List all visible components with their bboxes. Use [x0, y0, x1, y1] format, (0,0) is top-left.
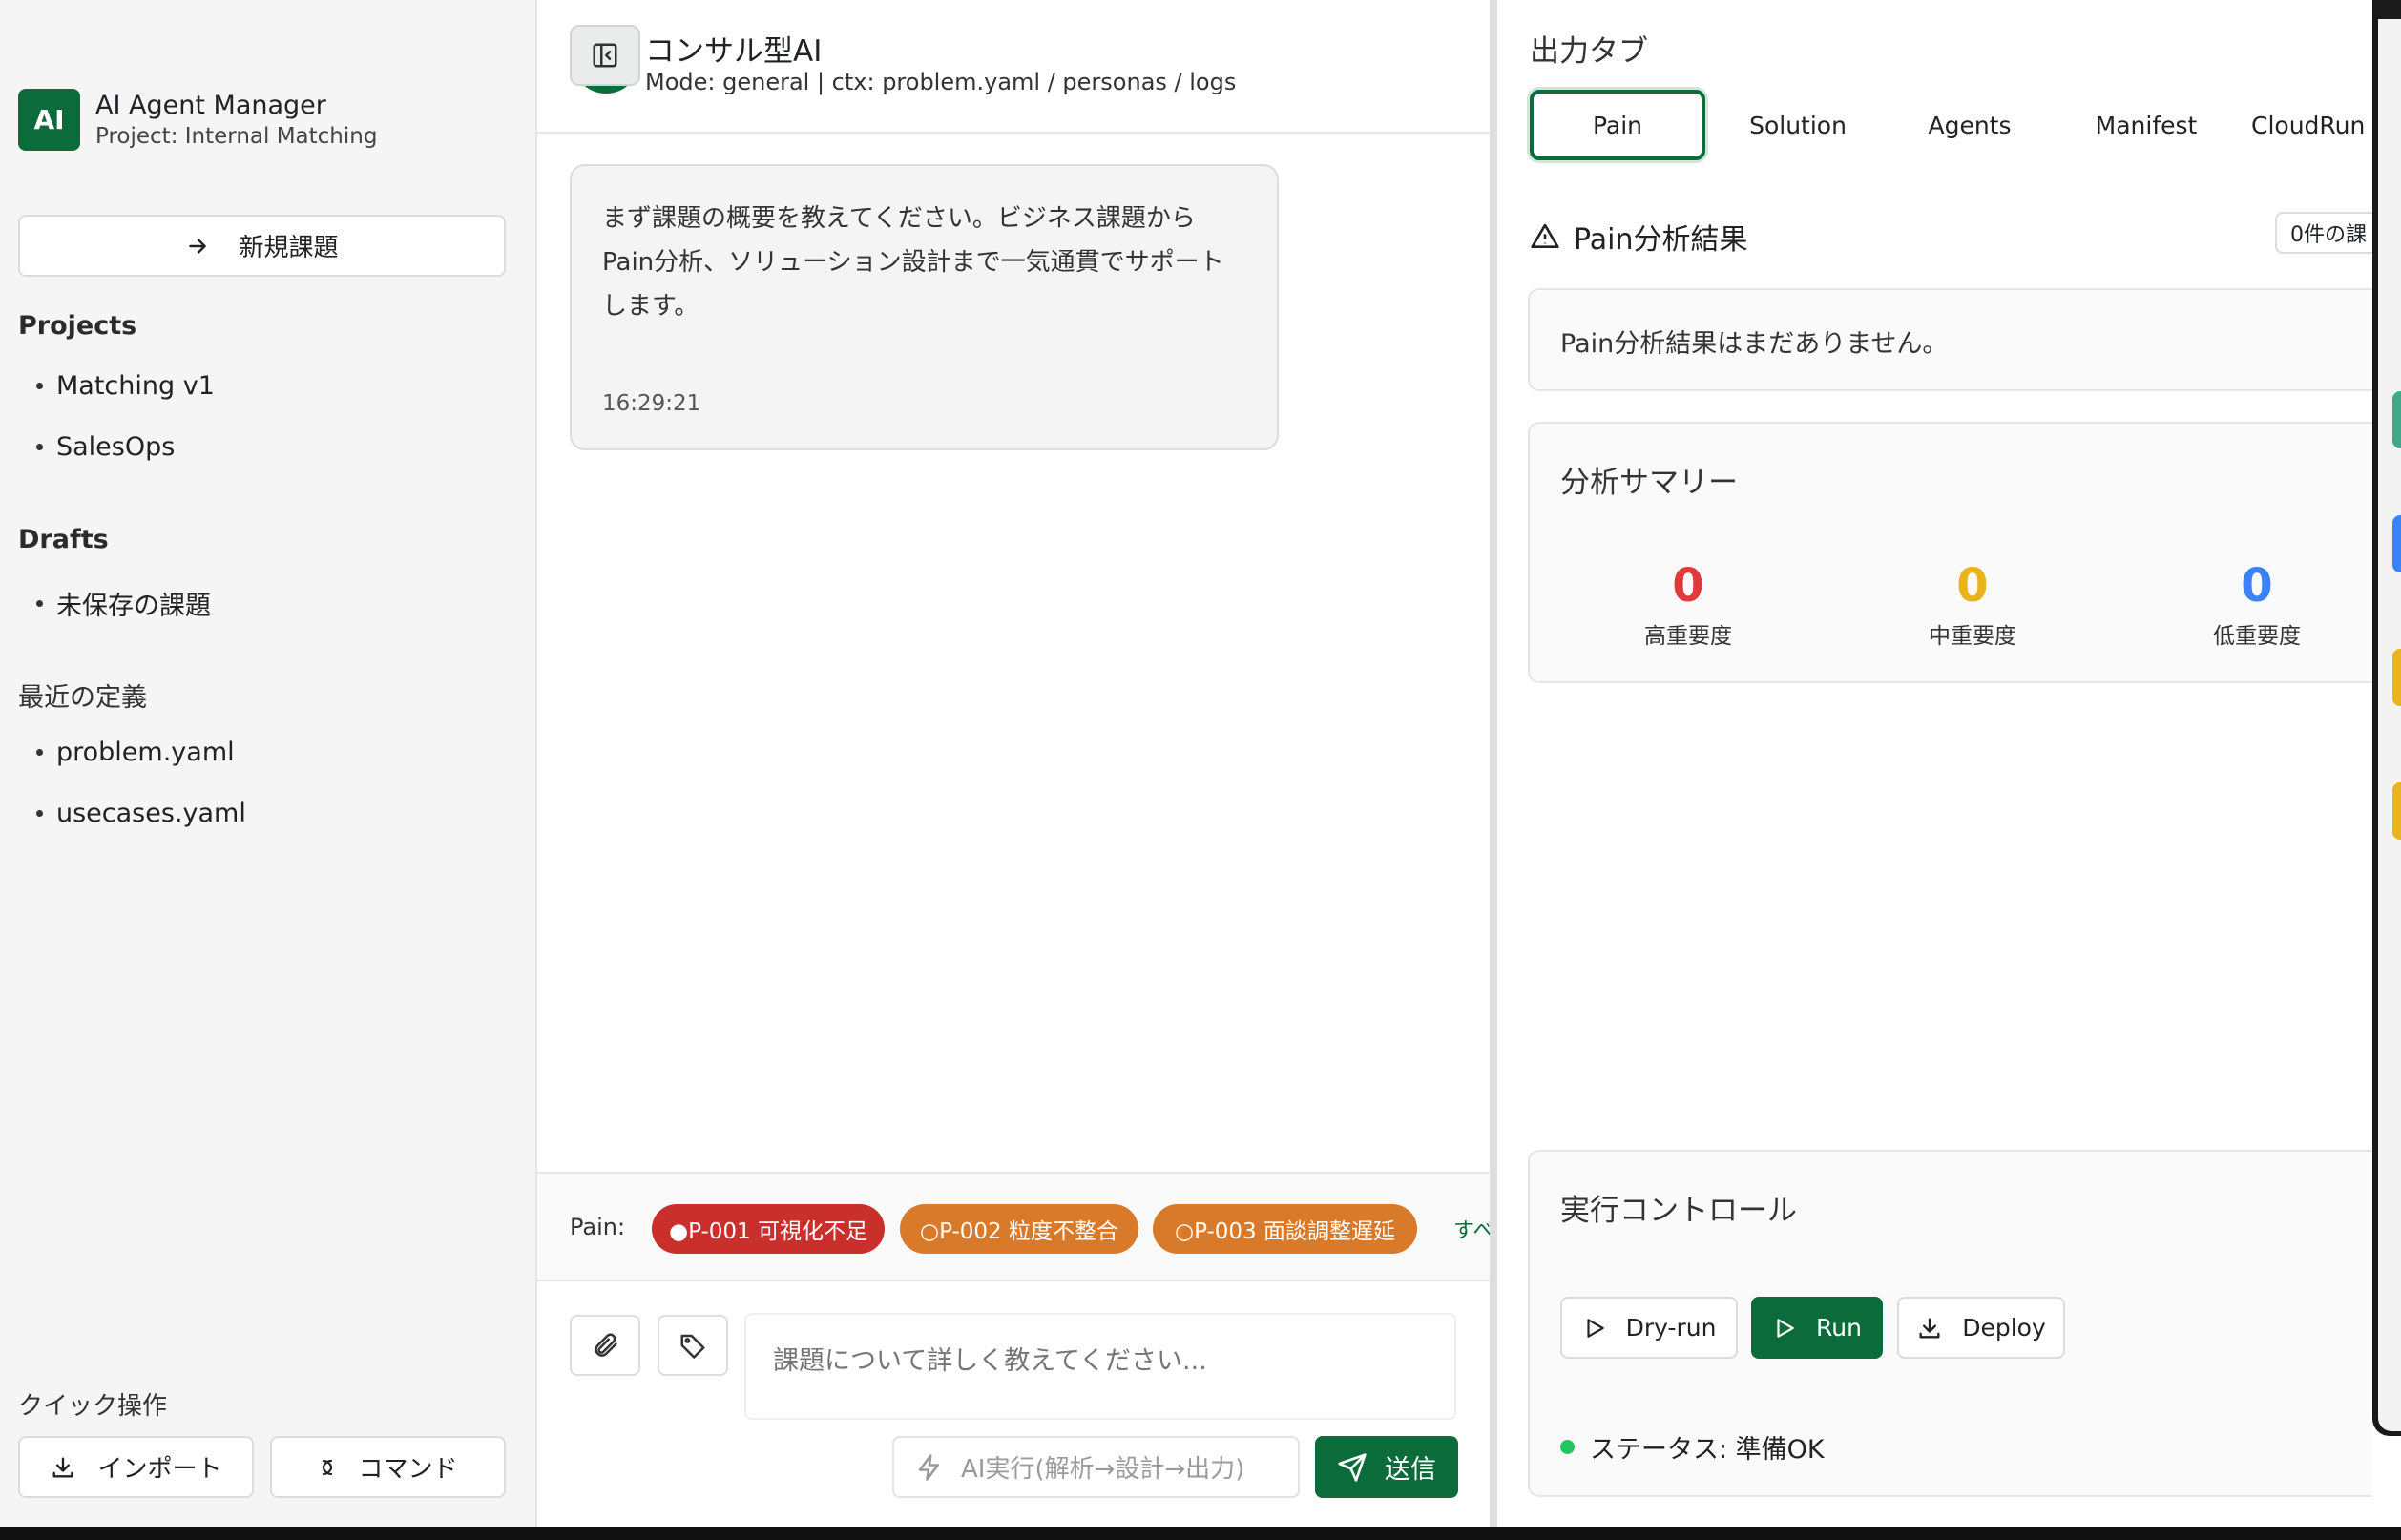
stat-high-value: 0	[1672, 559, 1704, 613]
chat-panel: コンサル型AI Mode: general | ctx: problem.yam…	[537, 0, 1493, 1527]
recent-item-usecases[interactable]: usecases.yaml	[36, 799, 246, 828]
bottom-bar	[0, 1527, 2401, 1540]
pain-chip-bar: Pain: ●P-001 可視化不足 ○P-002 粒度不整合 ○P-003 面…	[537, 1172, 1493, 1281]
new-issue-label: 新規課題	[239, 234, 339, 262]
status-indicator: ステータス: 準備OK	[1560, 1428, 1825, 1466]
show-all-link[interactable]: すべ	[1453, 1214, 1493, 1244]
pain-chip-p001[interactable]: ●P-001 可視化不足	[652, 1204, 885, 1254]
pain-label: Pain:	[570, 1214, 626, 1240]
issue-count-badge: 0件の課	[2275, 212, 2382, 254]
edge-side-panel	[2378, 19, 2401, 1431]
lightning-icon	[918, 1453, 939, 1481]
ai-run-button[interactable]: AI実行(解析→設計→出力)	[892, 1436, 1300, 1498]
stat-high: 0 高重要度	[1593, 562, 1784, 650]
import-button[interactable]: インポート	[18, 1436, 254, 1498]
analysis-summary-card: 分析サマリー 0 高重要度 0 中重要度 0 低重要度	[1528, 422, 2401, 683]
stat-low-value: 0	[2241, 559, 2273, 613]
stat-low-label: 低重要度	[2213, 624, 2301, 649]
recent-definitions-heading: 最近の定義	[18, 683, 147, 713]
play-icon	[1586, 1318, 1604, 1338]
deploy-button[interactable]: Deploy	[1897, 1297, 2065, 1359]
stat-medium: 0 中重要度	[1877, 562, 2068, 650]
message-text: まず課題の概要を教えてください。ビジネス課題からPain分析、ソリューション設計…	[602, 204, 1224, 321]
chat-message-input[interactable]	[744, 1313, 1456, 1420]
chat-header: コンサル型AI Mode: general | ctx: problem.yam…	[537, 0, 1490, 134]
stat-medium-label: 中重要度	[1929, 624, 2016, 649]
app-title: AI Agent Manager	[95, 90, 326, 120]
summary-title: 分析サマリー	[1560, 466, 1738, 500]
draft-item-unsaved[interactable]: 未保存の課題	[36, 585, 211, 622]
pain-chip-p002[interactable]: ○P-002 粒度不整合	[900, 1204, 1138, 1254]
output-tabs-title: 出力タブ	[1530, 34, 1648, 69]
execution-control-card: 実行コントロール Dry-run Run Deploy ステータス: 準備OK	[1528, 1150, 2401, 1497]
stat-low: 0 低重要度	[2161, 562, 2352, 650]
download-icon	[52, 1457, 73, 1477]
stat-high-label: 高重要度	[1644, 624, 1732, 649]
edge-tab-yellow-2[interactable]	[2392, 782, 2401, 840]
new-issue-button[interactable]: 新規課題	[18, 215, 506, 277]
tab-pain[interactable]: Pain	[1530, 90, 1705, 160]
empty-state-text: Pain分析結果はまだありません。	[1560, 329, 1949, 359]
warning-icon	[1531, 223, 1559, 248]
command-icon	[323, 1459, 333, 1475]
paperclip-icon	[595, 1333, 617, 1357]
pain-results-card: Pain分析結果はまだありません。	[1528, 288, 2401, 391]
edge-tab-green[interactable]	[2392, 391, 2401, 448]
command-button[interactable]: コマンド	[270, 1436, 506, 1498]
app-logo: AI	[18, 89, 80, 151]
edge-tab-yellow[interactable]	[2392, 649, 2401, 706]
assistant-message: まず課題の概要を教えてください。ビジネス課題からPain分析、ソリューション設計…	[570, 164, 1279, 450]
drafts-heading: Drafts	[18, 525, 109, 554]
quick-actions-heading: クイック操作	[18, 1392, 168, 1421]
arrow-right-icon	[189, 238, 207, 254]
edge-tab-blue[interactable]	[2392, 515, 2401, 572]
status-dot-icon	[1560, 1440, 1575, 1454]
send-icon	[1338, 1452, 1367, 1482]
status-text: ステータス: 準備OK	[1590, 1435, 1825, 1465]
sidebar: AI AI Agent Manager Project: Internal Ma…	[0, 0, 537, 1527]
tab-manifest[interactable]: Manifest	[2046, 90, 2246, 160]
brand: AI AI Agent Manager Project: Internal Ma…	[18, 89, 377, 151]
project-subtitle: Project: Internal Matching	[95, 123, 378, 149]
tab-agents[interactable]: Agents	[1874, 90, 2065, 160]
control-title: 実行コントロール	[1560, 1194, 1797, 1228]
panel-divider[interactable]	[1490, 0, 1497, 1527]
attach-button[interactable]	[570, 1315, 640, 1376]
run-button[interactable]: Run	[1751, 1297, 1883, 1359]
tag-button[interactable]	[658, 1315, 728, 1376]
sidebar-toggle-button[interactable]	[570, 25, 640, 86]
recent-item-problem[interactable]: problem.yaml	[36, 738, 235, 767]
panel-left-icon	[593, 43, 617, 68]
chat-title: コンサル型AI	[645, 34, 823, 69]
project-item-salesops[interactable]: SalesOps	[36, 432, 175, 462]
tab-solution[interactable]: Solution	[1698, 90, 1898, 160]
tag-icon	[680, 1334, 705, 1359]
message-timestamp: 16:29:21	[602, 391, 701, 416]
dry-run-button[interactable]: Dry-run	[1560, 1297, 1738, 1359]
stat-medium-value: 0	[1956, 559, 1989, 613]
projects-heading: Projects	[18, 311, 137, 341]
chat-mode-context: Mode: general | ctx: problem.yaml / pers…	[645, 69, 1237, 95]
pain-chip-p003[interactable]: ○P-003 面談調整遅延	[1153, 1204, 1417, 1254]
download-icon	[1919, 1318, 1940, 1338]
play-icon	[1777, 1318, 1794, 1338]
output-panel: 出力タブ Pain Solution Agents Manifest Cloud…	[1497, 0, 2401, 1527]
project-item-matching[interactable]: Matching v1	[36, 371, 215, 401]
pain-results-heading: Pain分析結果	[1530, 216, 1747, 258]
send-button[interactable]: 送信	[1315, 1436, 1458, 1498]
